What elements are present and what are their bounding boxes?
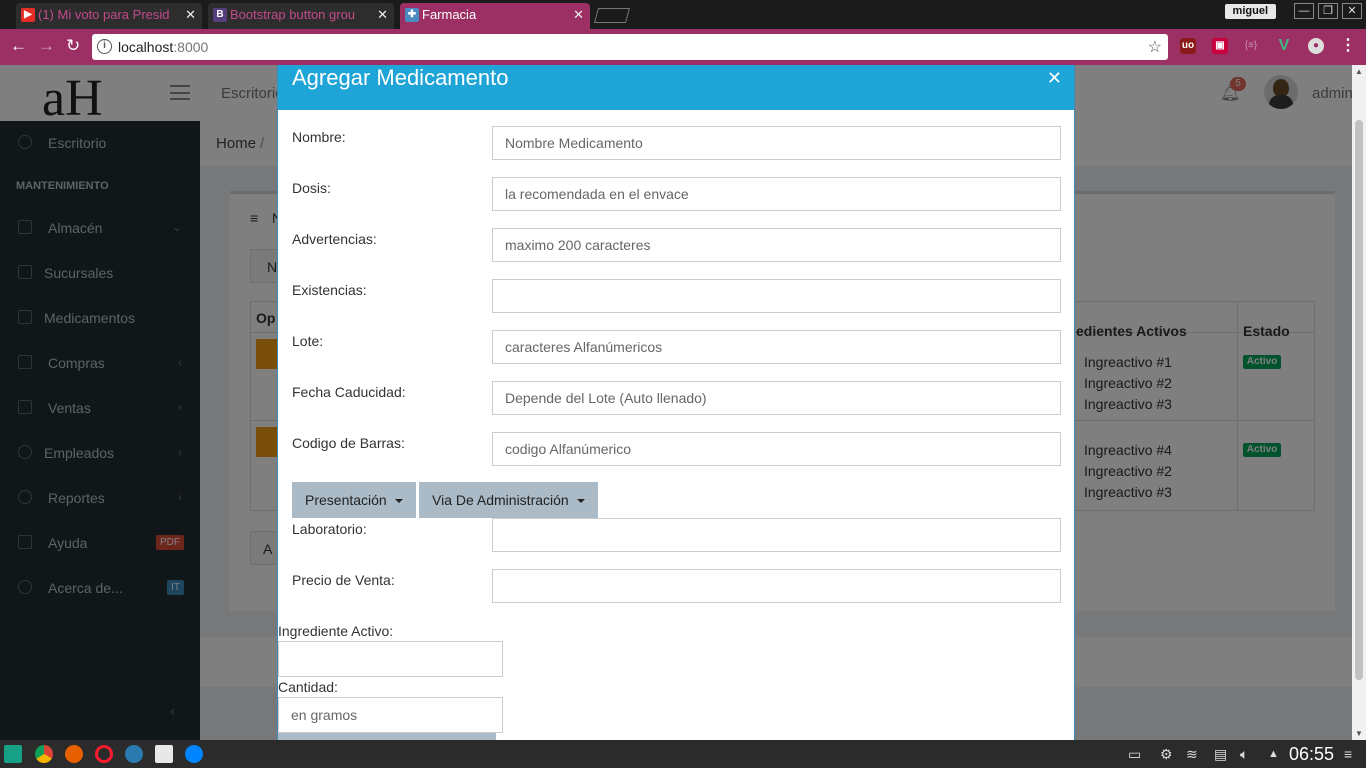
restore-icon[interactable]: ❐ [1318, 3, 1338, 19]
browser-toolbar: ← → ↻ i localhost:8000 ☆ [0, 29, 1366, 65]
modal-header: Agregar Medicamento ✕ [278, 65, 1074, 110]
browser-menu-icon[interactable]: ⋮ [1340, 38, 1356, 54]
dosis-label: Dosis: [292, 180, 331, 196]
scroll-up-icon[interactable]: ▲ [1355, 67, 1363, 76]
wifi-icon[interactable]: ≋ [1186, 746, 1198, 763]
scroll-down-icon[interactable]: ▼ [1355, 729, 1363, 738]
cantidad-label: Cantidad: [278, 679, 338, 695]
close-icon[interactable]: ✕ [1047, 68, 1062, 89]
nombre-input[interactable] [492, 126, 1061, 160]
browser-profile-badge[interactable]: miguel [1224, 4, 1276, 19]
notifications-menu-icon[interactable]: ≡ [1344, 746, 1352, 762]
laboratorio-label: Laboratorio: [292, 521, 367, 537]
lote-label: Lote: [292, 333, 324, 349]
codigo-barras-label: Codigo de Barras: [292, 435, 405, 451]
nombre-label: Nombre: [292, 129, 346, 145]
advertencias-input[interactable] [492, 228, 1061, 262]
forward-icon[interactable]: → [38, 37, 55, 55]
close-tab-icon[interactable]: ✕ [377, 3, 388, 27]
bookmark-star-icon[interactable]: ☆ [1148, 37, 1162, 57]
advertencias-label: Advertencias: [292, 231, 377, 247]
caret-down-icon [394, 499, 403, 504]
ingrediente-activo-input[interactable] [278, 641, 503, 677]
caret-down-icon [576, 499, 585, 504]
site-info-icon[interactable]: i [97, 39, 112, 54]
fecha-caducidad-label: Fecha Caducidad: [292, 384, 406, 400]
manjaro-menu-icon[interactable] [4, 745, 22, 763]
new-tab-button[interactable] [593, 8, 631, 23]
close-tab-icon[interactable]: ✕ [573, 3, 584, 27]
firefox-icon[interactable] [65, 745, 83, 763]
taskbar-clock[interactable]: 06:55 [1289, 744, 1334, 765]
os-taskbar: ▭ ⚙ ≋ ▤ 🔈︎ ▲ 06:55 ≡ [0, 740, 1366, 768]
close-tab-icon[interactable]: ✕ [185, 3, 196, 27]
address-bar[interactable]: i localhost:8000 ☆ [92, 34, 1168, 60]
cantidad-input[interactable] [278, 697, 503, 733]
add-ingredient-button[interactable] [278, 733, 496, 740]
clipboard-icon[interactable]: ▤ [1214, 746, 1227, 763]
farmacia-icon: ✚ [405, 8, 419, 22]
browser-tab-youtube[interactable]: ▶ (1) Mi voto para Presid ✕ [16, 3, 202, 29]
chrome-icon[interactable] [35, 745, 53, 763]
tray-expand-icon[interactable]: ▲ [1268, 748, 1279, 760]
app-launcher-icon[interactable] [125, 745, 143, 763]
fecha-caducidad-input[interactable] [492, 381, 1061, 415]
laboratorio-input[interactable] [492, 518, 1061, 552]
reload-icon[interactable]: ↻ [66, 37, 80, 55]
youtube-icon: ▶ [21, 8, 35, 22]
bootstrap-icon: B [213, 8, 227, 22]
url-text[interactable]: localhost:8000 [118, 39, 208, 55]
existencias-label: Existencias: [292, 282, 367, 298]
browser-tab-bar: ▶ (1) Mi voto para Presid ✕ B Bootstrap … [0, 0, 1366, 29]
agregar-medicamento-modal: Agregar Medicamento ✕ Nombre: Dosis: Adv… [277, 65, 1075, 740]
close-window-icon[interactable]: ✕ [1342, 3, 1362, 19]
settings-gear-icon[interactable]: ⚙ [1160, 746, 1173, 763]
page-scrollbar[interactable]: ▲ ▼ [1352, 65, 1366, 740]
extension-circle-icon[interactable]: ● [1308, 38, 1324, 54]
back-icon[interactable]: ← [10, 37, 27, 55]
terminal-icon[interactable]: ▭ [1128, 746, 1141, 763]
ublock-icon[interactable]: uo [1180, 38, 1196, 54]
scrollbar-thumb[interactable] [1355, 120, 1363, 680]
extension-shield-icon[interactable]: ▣ [1212, 38, 1228, 54]
via-administracion-dropdown[interactable]: Via De Administración [419, 482, 598, 518]
browser-tab-farmacia[interactable]: ✚ Farmacia ✕ [400, 3, 590, 29]
precio-venta-label: Precio de Venta: [292, 572, 395, 588]
precio-venta-input[interactable] [492, 569, 1061, 603]
sublime-icon[interactable] [155, 745, 173, 763]
json-extension-icon[interactable]: {≡} [1243, 38, 1259, 54]
volume-icon[interactable]: 🔈︎ [1240, 746, 1248, 763]
presentacion-dropdown[interactable]: Presentación [292, 482, 416, 518]
messenger-icon[interactable] [185, 745, 203, 763]
browser-tab-bootstrap[interactable]: B Bootstrap button grou ✕ [208, 3, 394, 29]
vue-devtools-icon[interactable]: V [1276, 38, 1292, 54]
opera-icon[interactable] [95, 745, 113, 763]
window-controls: — ❐ ✕ [1294, 3, 1362, 19]
minimize-icon[interactable]: — [1294, 3, 1314, 19]
dosis-input[interactable] [492, 177, 1061, 211]
existencias-input[interactable] [492, 279, 1061, 313]
modal-title: Agregar Medicamento [292, 65, 509, 90]
ingrediente-activo-label: Ingrediente Activo: [278, 623, 394, 639]
lote-input[interactable] [492, 330, 1061, 364]
codigo-barras-input[interactable] [492, 432, 1061, 466]
